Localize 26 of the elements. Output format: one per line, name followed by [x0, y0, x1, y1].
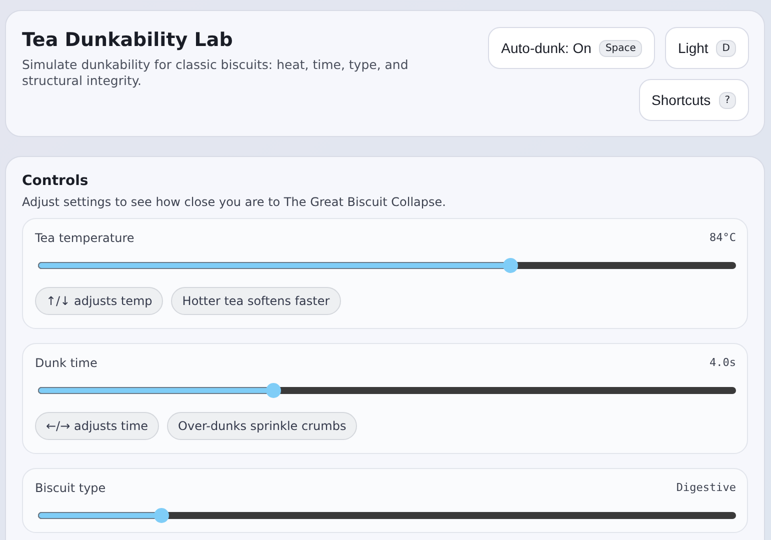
button-label: Light [678, 40, 708, 56]
keyboard-key: ? [718, 92, 736, 108]
hint-chip: ←/→ adjusts time [35, 412, 160, 440]
keyboard-key: Space [599, 40, 642, 56]
button-label: Shortcuts [652, 92, 711, 108]
hint-chip: Hotter tea softens faster [171, 287, 341, 315]
control-label: Tea temperature [35, 231, 134, 245]
section-subtitle: Adjust settings to see how close you are to The Great Biscuit Collapse. [22, 195, 447, 209]
keyboard-key: D [716, 40, 736, 56]
control-label: Biscuit type [35, 481, 106, 495]
app-subtitle: Simulate dunkability for classic biscuits: heat, time, type, and structural integrity. [22, 57, 410, 89]
control-reading: 4.0s [710, 356, 736, 370]
hint-chip: Over-dunks sprinkle crumbs [167, 412, 358, 440]
slider-thumb[interactable] [502, 258, 518, 273]
app-title: Tea Dunkability Lab [22, 29, 234, 51]
control-label: Dunk time [35, 356, 98, 370]
toolbar-button[interactable]: Auto-dunk: On Space [488, 27, 655, 69]
toolbar-button[interactable]: Light D [664, 27, 749, 69]
slider-thumb[interactable] [154, 508, 169, 523]
toolbar-button[interactable]: Shortcuts ? [638, 79, 749, 121]
control-reading: Digestive [676, 481, 736, 495]
control-reading: 84°C [710, 231, 736, 245]
hint-chip: ↑/↓ adjusts temp [35, 287, 164, 315]
button-label: Auto-dunk: On [501, 40, 592, 56]
section-title: Controls [22, 173, 90, 189]
slider-thumb[interactable] [266, 383, 282, 398]
